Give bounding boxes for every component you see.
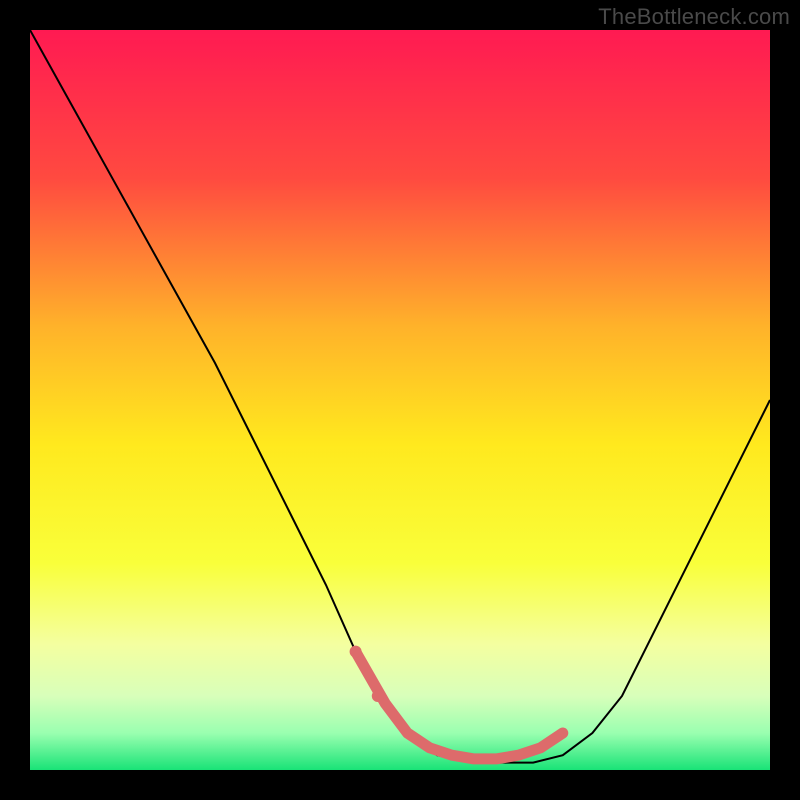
chart-svg bbox=[30, 30, 770, 770]
marker-dot bbox=[372, 690, 384, 702]
watermark-text: TheBottleneck.com bbox=[598, 4, 790, 30]
chart-frame: TheBottleneck.com bbox=[0, 0, 800, 800]
plot-area bbox=[30, 30, 770, 770]
gradient-rect bbox=[30, 30, 770, 770]
marker-dot bbox=[350, 646, 362, 658]
